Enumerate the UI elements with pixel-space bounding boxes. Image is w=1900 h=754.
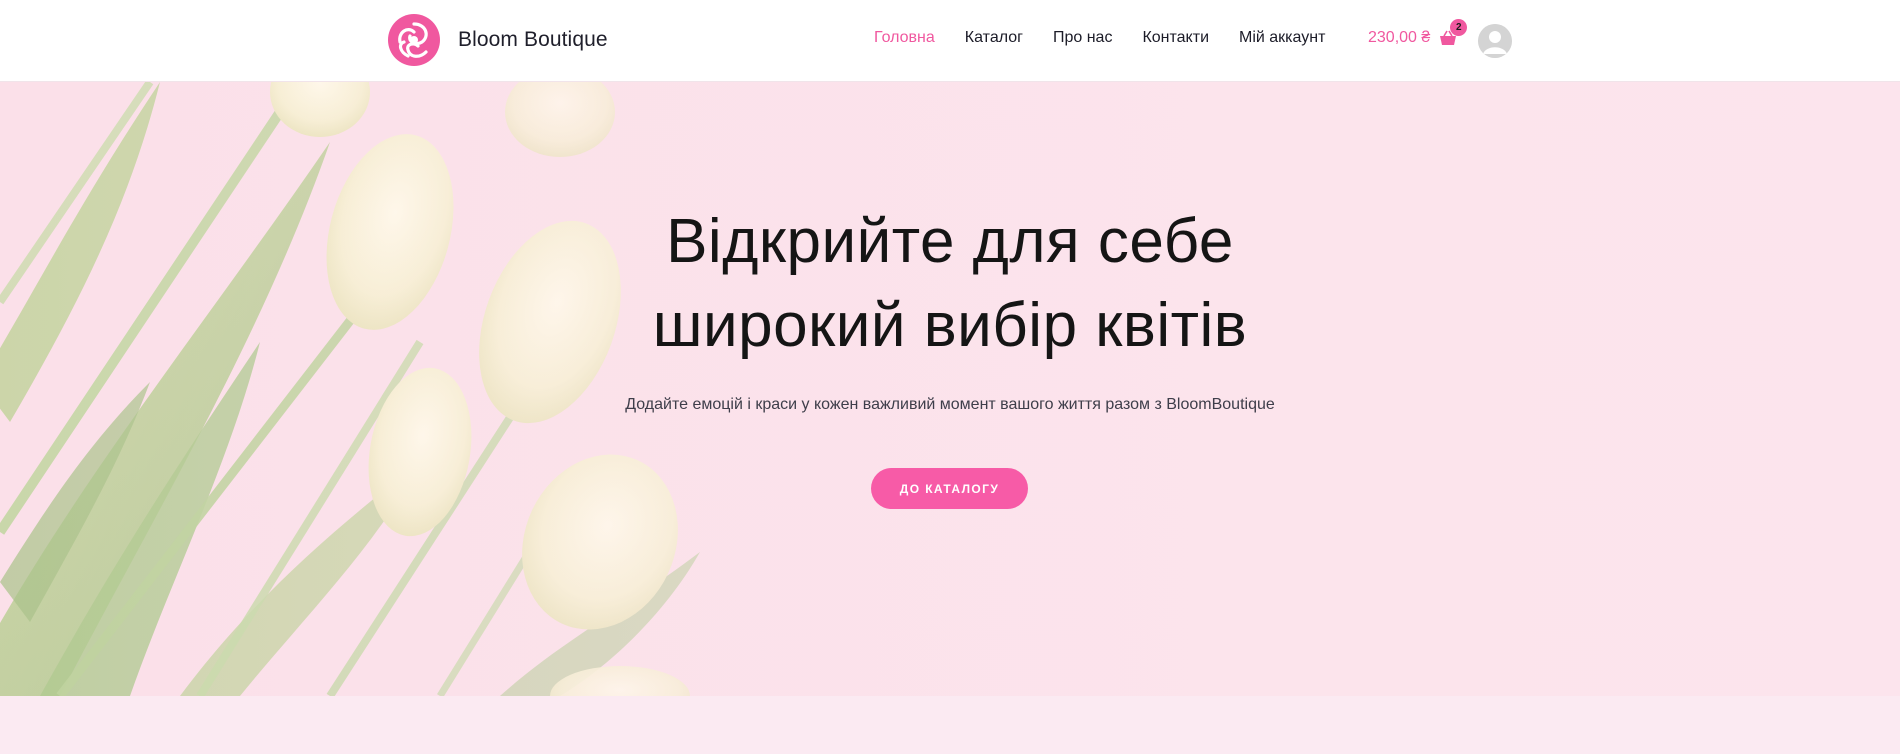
- user-avatar-icon[interactable]: [1478, 24, 1512, 58]
- hero-title-line1: Відкрийте для себе: [666, 207, 1234, 276]
- nav-item-about[interactable]: Про нас: [1053, 29, 1112, 47]
- hero-title-line2: широкий вибір квітів: [652, 291, 1248, 360]
- hero-title: Відкрийте для себе широкий вибір квітів: [550, 200, 1350, 368]
- hero-overlay: [0, 82, 1900, 696]
- nav-item-contacts[interactable]: Контакти: [1142, 29, 1209, 47]
- brand-logo-link[interactable]: Bloom Boutique: [386, 12, 608, 68]
- brand-name: Bloom Boutique: [458, 28, 608, 51]
- site-header: Bloom Boutique Головна Каталог Про нас К…: [0, 0, 1900, 82]
- cart-total: 230,00 ₴: [1368, 29, 1431, 46]
- hero-subtitle: Додайте емоцій і краси у кожен важливий …: [625, 396, 1275, 413]
- rose-logo-icon: [388, 14, 440, 66]
- cart-link[interactable]: 230,00 ₴ 2: [1368, 19, 1468, 48]
- cart-count-badge: 2: [1450, 19, 1468, 36]
- nav-item-account[interactable]: Мій аккаунт: [1239, 29, 1325, 47]
- main-nav: Головна Каталог Про нас Контакти Мій акк…: [874, 29, 1355, 47]
- nav-item-home[interactable]: Головна: [874, 29, 935, 47]
- section-divider: [0, 696, 1900, 754]
- catalog-button[interactable]: ДО КАТАЛОГУ: [871, 468, 1028, 509]
- basket-icon: 2: [1438, 19, 1468, 48]
- hero-banner: Відкрийте для себе широкий вибір квітів …: [0, 82, 1900, 696]
- nav-item-catalog[interactable]: Каталог: [965, 29, 1023, 47]
